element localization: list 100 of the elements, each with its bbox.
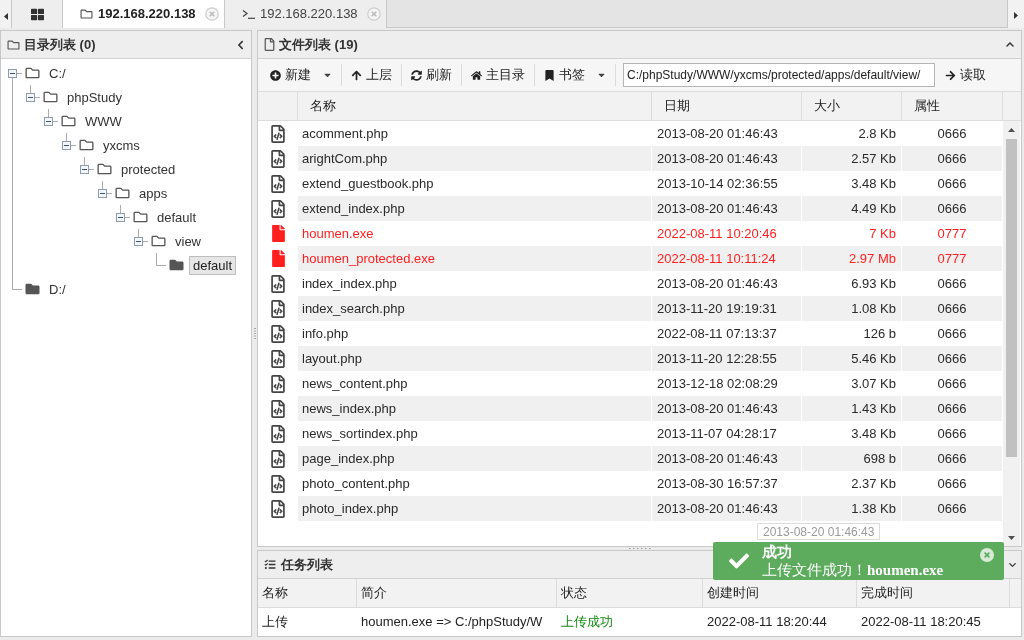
code-file-icon [271,299,285,318]
refresh-icon [411,69,422,81]
file-name-cell[interactable]: page_index.php [298,446,652,471]
tree-node-label[interactable]: apps [135,183,172,203]
size-cell: 5.46 Kb [802,346,902,371]
code-file-icon [271,474,285,493]
date-cell: 2013-08-20 01:46:43 [652,396,802,421]
collapse-toggle-icon[interactable] [98,189,107,198]
file-icon [271,250,285,267]
task-name-cell-text: 上传 [261,612,289,631]
file-name-cell[interactable]: layout.php [298,346,652,371]
code-file-icon [271,274,285,293]
tooltip: 2013-08-20 01:46:43 [757,523,881,540]
scroll-down-arrow-icon[interactable] [1008,535,1015,540]
tree-node-label[interactable]: phpStudy [63,87,126,107]
scrollbar[interactable] [1003,121,1020,546]
size-cell: 4.49 Kb [802,196,902,221]
collapse-toggle-icon[interactable] [116,213,125,222]
size-cell: 698 b [802,446,902,471]
collapse-toggle-icon[interactable] [134,237,143,246]
permission-cell: 0666 [902,396,1003,421]
left-triangle-icon [3,12,8,20]
date-cell: 2022-08-11 10:11:24 [652,246,802,271]
task-finished-cell-text: 2022-08-11 18:20:45 [860,612,982,631]
tab[interactable]: 192.168.220.138 [225,0,387,28]
code-file-icon [271,324,285,343]
panel-title: 目录列表 (0) [24,35,96,54]
right-triangle-icon [1014,11,1018,19]
file-name-cell[interactable]: news_index.php [298,396,652,421]
column-header: 名称 [258,579,357,607]
collapse-left-icon[interactable] [236,39,245,50]
file-name-cell[interactable]: index_search.php [298,296,652,321]
permission-cell: 0666 [902,346,1003,371]
permission-cell: 0666 [902,196,1003,221]
toolbar-button[interactable]: 刷新 [405,62,458,88]
tree-node-label[interactable]: C:/ [45,63,70,83]
collapse-toggle-icon[interactable] [80,165,89,174]
column-header: 日期 [652,92,802,120]
size-cell: 2.57 Kb [802,146,902,171]
toolbar-button[interactable]: 新建 [264,62,338,88]
size-cell: 2.97 Mb [802,246,902,271]
file-name-cell[interactable]: arightCom.php [298,146,652,171]
toast-message: 上传文件成功！houmen.exe [762,561,944,579]
code-file-icon [271,374,285,393]
collapse-toggle-icon[interactable] [62,141,71,150]
folder-icon [80,8,93,20]
list-icon [264,559,276,570]
tree-node-label[interactable]: D:/ [45,279,70,299]
code-file-icon [271,149,285,168]
task-summary-cell-text: houmen.exe => C:/phpStudy/W [360,612,544,631]
file-name-cell[interactable]: photo_index.php [298,496,652,521]
column-header: 状态 [557,579,703,607]
check-icon [727,551,751,571]
code-file-icon [271,349,285,368]
column-header: 名称 [298,92,652,120]
tab[interactable]: 192.168.220.138 [63,0,225,28]
collapse-toggle-icon[interactable] [26,93,35,102]
panel-title: 文件列表 (19) [279,35,358,54]
tree-node-label[interactable]: default [189,255,237,275]
collapse-toggle-icon[interactable] [44,117,53,126]
bookmark-icon [544,69,555,81]
tree-node-label[interactable]: view [171,231,205,251]
tree-node-label[interactable]: WWW [81,111,126,131]
terminal-icon [242,9,255,19]
code-file-icon [271,449,285,468]
code-file-icon [271,174,285,193]
tree-node-label[interactable]: protected [117,159,180,179]
scroll-up-arrow-icon[interactable] [1008,127,1015,132]
arrow-right-icon [945,69,956,81]
collapse-down-icon[interactable] [1008,560,1017,569]
tree-node-label[interactable]: yxcms [99,135,144,155]
arrow-up-icon [351,69,362,81]
resize-grip-icon[interactable] [253,328,256,339]
permission-cell: 0666 [902,146,1003,171]
grid-icon [30,7,44,21]
date-cell: 2013-11-20 19:19:31 [652,296,802,321]
panel-title: 任务列表 [281,555,333,574]
size-cell: 1.43 Kb [802,396,902,421]
code-file-icon [271,424,285,443]
toolbar-button[interactable]: 书签 [538,62,612,88]
file-icon [264,38,275,51]
tree-node-label[interactable]: default [153,207,201,227]
date-cell: 2013-11-20 12:28:55 [652,346,802,371]
tab[interactable] [12,0,63,28]
collapse-toggle-icon[interactable] [8,69,17,78]
code-file-icon [271,399,285,418]
toolbar-button[interactable]: 主目录 [465,62,531,88]
read-button[interactable]: 读取 [939,62,992,88]
column-header: 属性 [902,92,1003,120]
scrollbar-thumb[interactable] [1006,139,1017,457]
date-cell: 2013-08-20 01:46:43 [652,496,802,521]
collapse-up-icon[interactable] [1005,40,1015,49]
permission-cell: 0777 [902,246,1003,271]
file-name-cell[interactable]: extend_index.php [298,196,652,221]
date-cell: 2013-08-20 01:46:43 [652,446,802,471]
scroll-right-button[interactable] [1007,0,1024,28]
toolbar-button[interactable]: 上层 [345,62,398,88]
code-file-icon [271,124,285,143]
path-input[interactable]: C:/phpStudy/WWW/yxcms/protected/apps/default/view/ [623,63,935,87]
scroll-left-button[interactable] [0,0,12,28]
